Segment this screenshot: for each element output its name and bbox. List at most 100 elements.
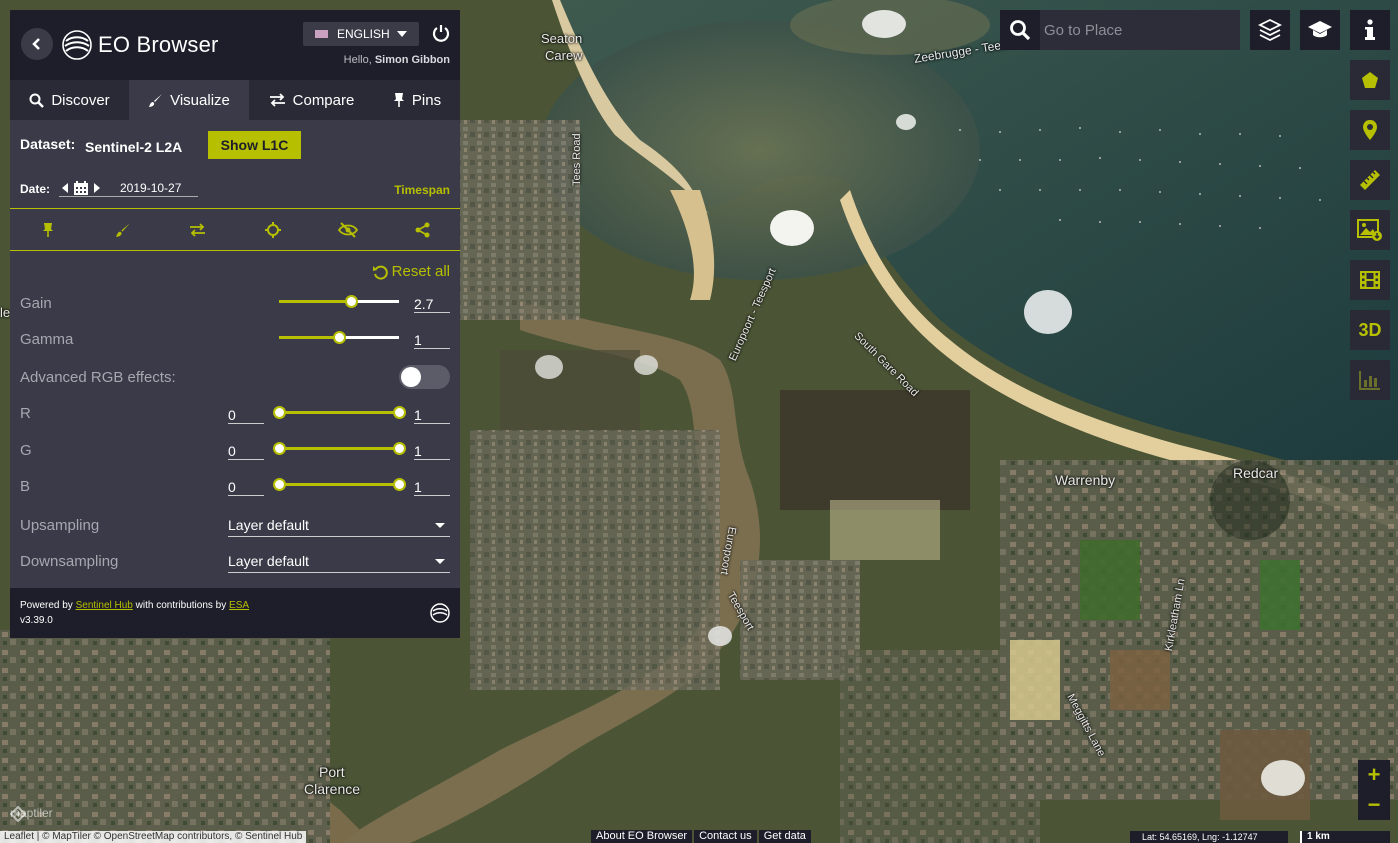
- esa-link[interactable]: ESA: [229, 600, 249, 611]
- education-mode-button[interactable]: [1300, 10, 1340, 50]
- map-attribution[interactable]: Leaflet | © MapTiler © OpenStreetMap con…: [0, 831, 307, 843]
- 3d-view-button[interactable]: 3D: [1350, 310, 1390, 350]
- b-max-knob[interactable]: [393, 478, 406, 491]
- layers-button[interactable]: [1250, 10, 1290, 50]
- zoom-out-button[interactable]: −: [1358, 790, 1390, 820]
- search-icon[interactable]: [1009, 19, 1031, 41]
- draw-polygon-button[interactable]: [1350, 60, 1390, 100]
- sentinel-hub-logo[interactable]: [430, 603, 450, 628]
- toolbar-bottom-divider: [10, 250, 460, 251]
- calendar-icon[interactable]: [74, 181, 88, 195]
- show-l1c-button[interactable]: Show L1C: [208, 131, 301, 159]
- place-marker-button[interactable]: [1350, 110, 1390, 150]
- toggle-knob: [401, 367, 421, 387]
- eo-browser-logo[interactable]: EO Browser: [62, 30, 219, 60]
- about-eo-browser-link[interactable]: About EO Browser: [591, 830, 693, 843]
- downsampling-select[interactable]: Layer default: [228, 553, 450, 573]
- next-date-icon[interactable]: [94, 183, 100, 193]
- b-label: B: [20, 478, 31, 495]
- panel-footer: Powered by Sentinel Hub with contributio…: [10, 588, 460, 638]
- download-image-button[interactable]: [1350, 210, 1390, 250]
- previous-date-icon[interactable]: [62, 183, 68, 193]
- gamma-value-input[interactable]: 1: [414, 332, 422, 348]
- undo-icon: [372, 265, 388, 280]
- g-range-slider[interactable]: [273, 442, 406, 455]
- r-max-knob[interactable]: [393, 406, 406, 419]
- b-min-input[interactable]: 0: [228, 479, 236, 495]
- compare-icon: [269, 93, 285, 107]
- powered-by-text: Powered by: [20, 600, 76, 611]
- gain-value-input[interactable]: 2.7: [414, 296, 433, 312]
- pin-layer-button[interactable]: [10, 210, 85, 250]
- visualize-layer-button[interactable]: [85, 210, 160, 250]
- r-max-input[interactable]: 1: [414, 407, 422, 423]
- chart-icon: [1359, 371, 1380, 390]
- map-label-tees-road: Tees Road: [571, 133, 583, 186]
- gamma-slider[interactable]: [279, 331, 399, 344]
- map-label-left-edge: le: [0, 305, 11, 320]
- sentinel-hub-link[interactable]: Sentinel Hub: [76, 600, 133, 611]
- r-range-slider[interactable]: [273, 406, 406, 419]
- sentinel-hub-logo-icon: [430, 603, 450, 623]
- timespan-link[interactable]: Timespan: [394, 183, 450, 197]
- timelapse-button[interactable]: [1350, 260, 1390, 300]
- upsampling-select[interactable]: Layer default: [228, 517, 450, 537]
- place-search: [1000, 10, 1240, 50]
- gain-slider[interactable]: [279, 295, 399, 308]
- map-label-redcar: Redcar: [1233, 465, 1279, 481]
- version-text: v3.39.0: [20, 615, 53, 626]
- bottom-links: About EO Browser Contact us Get data: [591, 830, 813, 843]
- tab-pins[interactable]: Pins: [374, 80, 460, 120]
- r-min-input[interactable]: 0: [228, 407, 236, 423]
- date-input[interactable]: 2019-10-27: [120, 181, 181, 195]
- tab-compare[interactable]: Compare: [249, 80, 374, 120]
- g-min-input[interactable]: 0: [228, 443, 236, 459]
- b-max-underline: [414, 495, 450, 496]
- cursor-coordinates: Lat: 54.65169, Lng: -1.12747: [1130, 831, 1288, 843]
- share-layer-button[interactable]: [385, 210, 460, 250]
- zoom-to-layer-button[interactable]: [235, 210, 310, 250]
- compare-layer-button[interactable]: [160, 210, 235, 250]
- maptiler-icon: [10, 806, 26, 822]
- tab-label: Pins: [411, 91, 442, 109]
- tab-discover[interactable]: Discover: [10, 80, 129, 120]
- logout-button[interactable]: [432, 24, 450, 47]
- gain-label: Gain: [20, 295, 52, 312]
- user-name: Simon Gibbon: [374, 54, 450, 66]
- uk-flag-icon: [315, 30, 328, 38]
- g-max-knob[interactable]: [393, 442, 406, 455]
- gamma-slider-knob[interactable]: [333, 331, 346, 344]
- gain-slider-knob[interactable]: [345, 295, 358, 308]
- go-to-place-input[interactable]: [1040, 10, 1240, 50]
- b-range-slider[interactable]: [273, 478, 406, 491]
- brush-icon: [115, 223, 130, 237]
- collapse-panel-button[interactable]: [21, 28, 53, 60]
- g-label: G: [20, 442, 32, 459]
- language-label: ENGLISH: [337, 27, 390, 41]
- r-min-knob[interactable]: [273, 406, 286, 419]
- g-max-input[interactable]: 1: [414, 443, 422, 459]
- gamma-slider-fill: [279, 336, 339, 339]
- polygon-icon: [1362, 72, 1378, 88]
- b-max-input[interactable]: 1: [414, 479, 422, 495]
- hide-layer-button[interactable]: [310, 210, 385, 250]
- tab-visualize[interactable]: Visualize: [129, 80, 249, 120]
- b-min-underline: [228, 495, 264, 496]
- g-min-knob[interactable]: [273, 442, 286, 455]
- reset-all-button[interactable]: Reset all: [372, 263, 450, 280]
- powered-by-line: Powered by Sentinel Hub with contributio…: [20, 598, 450, 613]
- statistics-button[interactable]: [1350, 360, 1390, 400]
- zoom-in-button[interactable]: +: [1358, 760, 1390, 790]
- b-min-knob[interactable]: [273, 478, 286, 491]
- pin-icon: [42, 223, 53, 237]
- advanced-rgb-toggle[interactable]: [399, 365, 450, 389]
- maptiler-logo[interactable]: maptiler: [10, 806, 53, 822]
- language-selector[interactable]: ENGLISH: [303, 22, 419, 46]
- info-button[interactable]: [1350, 10, 1390, 50]
- date-label: Date:: [20, 182, 51, 196]
- gamma-label: Gamma: [20, 331, 74, 348]
- get-data-link[interactable]: Get data: [758, 830, 811, 843]
- measure-button[interactable]: [1350, 160, 1390, 200]
- upsampling-label: Upsampling: [20, 517, 100, 534]
- contact-us-link[interactable]: Contact us: [694, 830, 757, 843]
